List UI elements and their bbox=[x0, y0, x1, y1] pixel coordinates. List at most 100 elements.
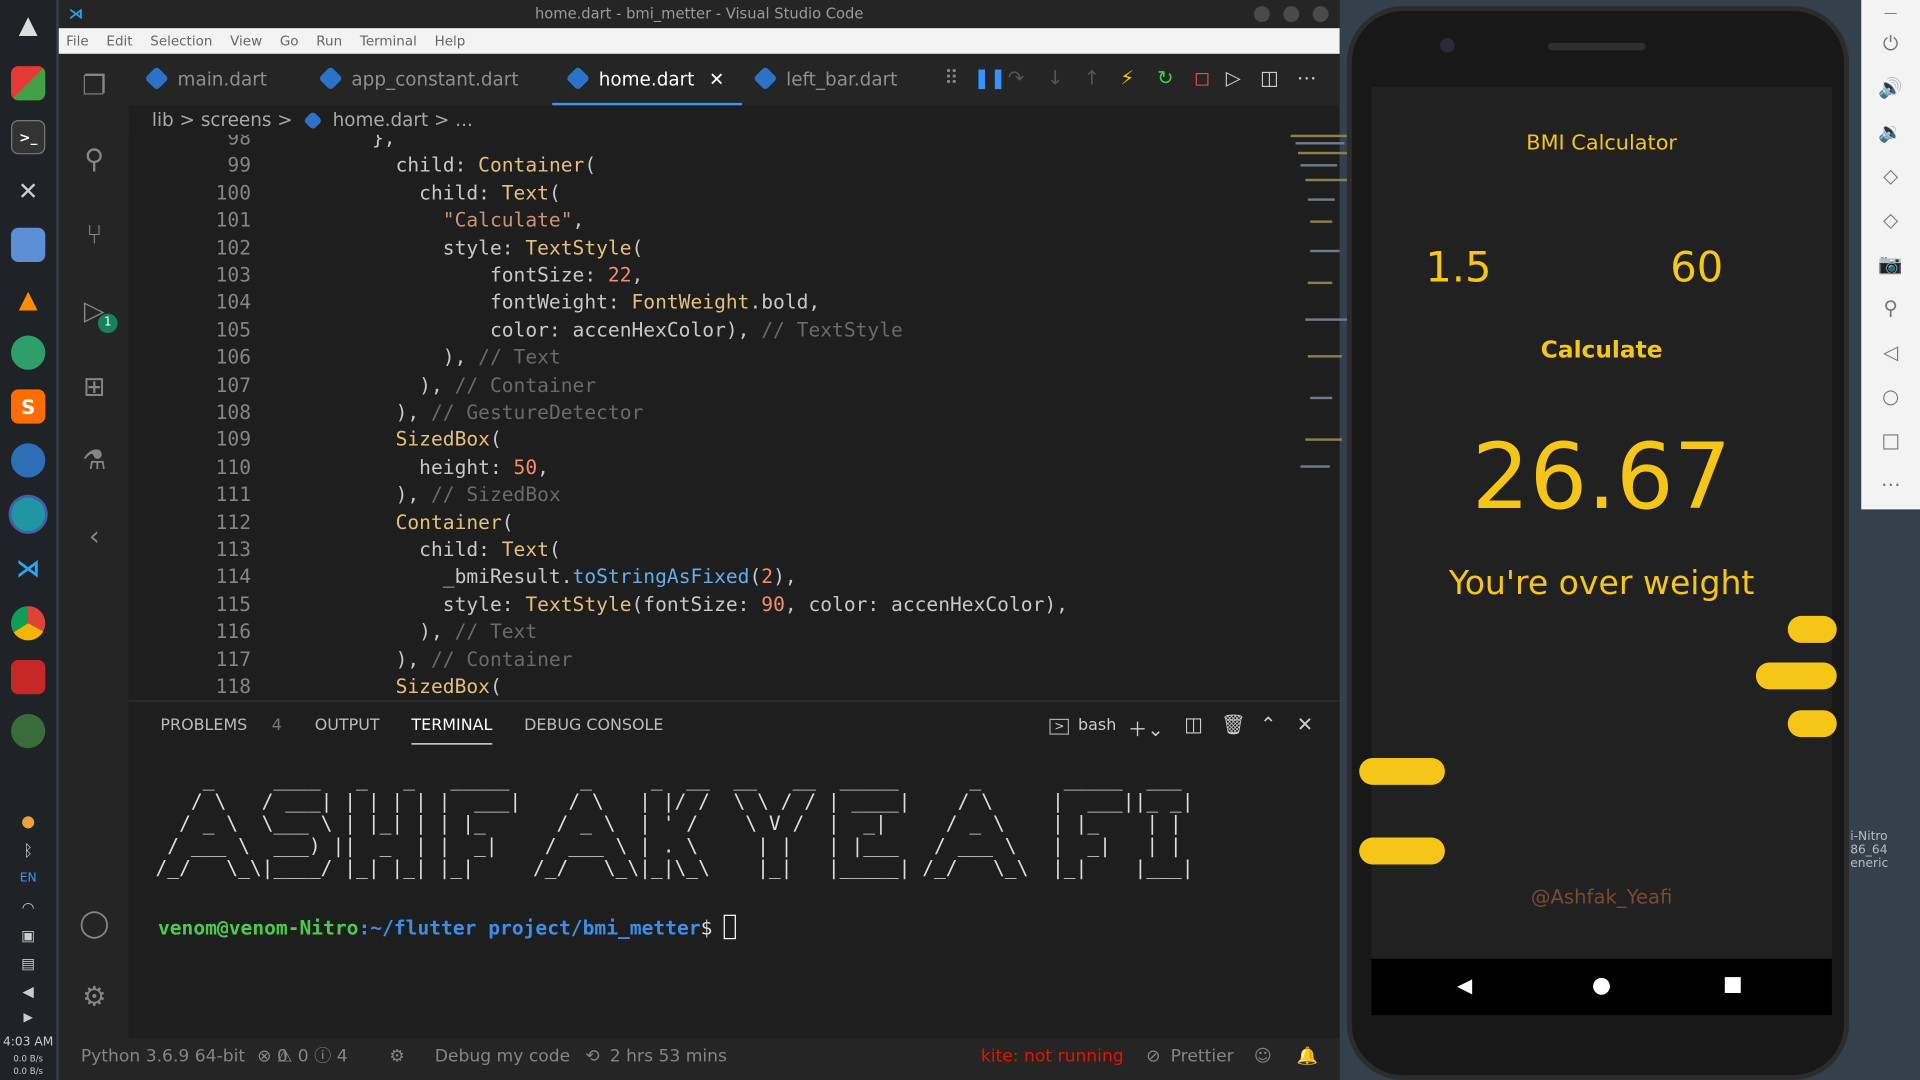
pause-icon[interactable]: ❚❚ bbox=[973, 66, 1006, 90]
app-grid-icon[interactable] bbox=[11, 66, 46, 101]
code-editor[interactable]: 98 }, 99 child: Container(100 child: Text… bbox=[128, 134, 1256, 698]
hot-reload-icon[interactable]: ⚡ bbox=[1120, 66, 1134, 90]
code-line[interactable]: 113 child: Text( bbox=[129, 536, 1256, 563]
breadcrumb-lib[interactable]: lib bbox=[152, 109, 174, 131]
android-studio-icon[interactable] bbox=[8, 494, 48, 534]
code-line[interactable]: 112 Container( bbox=[129, 509, 1256, 536]
step-out-icon[interactable]: ↑ bbox=[1084, 66, 1100, 90]
back-icon[interactable]: ◀ bbox=[1457, 973, 1472, 996]
extensions-icon[interactable]: ⊞ bbox=[76, 370, 113, 407]
vlc-icon[interactable]: ▲ bbox=[11, 282, 45, 316]
terminal-shell-selector[interactable]: > bash bbox=[1049, 716, 1116, 735]
emulator-overview-icon[interactable]: □ bbox=[1861, 429, 1920, 452]
tab-output[interactable]: OUTPUT bbox=[315, 716, 380, 734]
code-line[interactable]: 116 ), // Text bbox=[129, 619, 1256, 646]
volume-icon[interactable]: ◀ bbox=[0, 983, 56, 1000]
vscode-icon[interactable]: ⋊ bbox=[11, 551, 45, 585]
files-icon[interactable] bbox=[11, 227, 46, 263]
code-line[interactable]: 104 fontWeight: FontWeight.bold, bbox=[129, 289, 1256, 316]
emulator-home-icon[interactable]: ○ bbox=[1861, 384, 1920, 407]
app-globe-icon[interactable] bbox=[11, 713, 46, 749]
more-actions-icon[interactable]: ⋯ bbox=[1297, 66, 1317, 90]
terminal-icon[interactable]: >_ bbox=[11, 120, 46, 155]
breadcrumb-symbol[interactable]: ... bbox=[455, 109, 473, 131]
code-line[interactable]: 102 style: TextStyle( bbox=[129, 235, 1256, 262]
menu-edit[interactable]: Edit bbox=[106, 33, 132, 49]
debug-config-icon[interactable]: ⚙ bbox=[389, 1038, 404, 1075]
sublime-icon[interactable]: S bbox=[11, 389, 46, 424]
maximize-button[interactable] bbox=[1283, 6, 1300, 23]
app-blue-icon[interactable] bbox=[11, 443, 46, 478]
code-line[interactable]: 114 _bmiResult.toStringAsFixed(2), bbox=[129, 564, 1256, 591]
code-line[interactable]: 111 ), // SizedBox bbox=[129, 481, 1256, 508]
wifi-icon[interactable]: ◠ bbox=[0, 899, 56, 916]
menu-run[interactable]: Run bbox=[316, 33, 342, 49]
tab-terminal[interactable]: TERMINAL bbox=[411, 716, 493, 745]
run-icon[interactable]: ▷ bbox=[1226, 66, 1241, 90]
menu-view[interactable]: View bbox=[230, 33, 262, 49]
menu-file[interactable]: File bbox=[66, 33, 89, 49]
tab-main-dart[interactable]: main.dart bbox=[144, 54, 267, 105]
tools-icon[interactable]: ✕ bbox=[11, 174, 45, 208]
power-icon[interactable]: ⏻ bbox=[1861, 32, 1920, 56]
step-over-icon[interactable]: ↷ bbox=[1008, 66, 1024, 90]
screen-recorder-icon[interactable] bbox=[11, 660, 46, 695]
feedback-icon[interactable]: ☺ bbox=[1254, 1038, 1272, 1075]
notifications-icon[interactable]: 🔔 bbox=[1297, 1038, 1318, 1075]
debug-config[interactable]: Debug my code bbox=[435, 1038, 570, 1075]
weight-input[interactable]: 60 bbox=[1670, 244, 1723, 293]
emulator-minimize-icon[interactable]: — bbox=[1861, 5, 1920, 21]
problems-summary[interactable]: ⊗ 0 ⚠ 0 ⓘ 4 bbox=[257, 1038, 348, 1075]
tab-left-bar-dart[interactable]: left_bar.dart bbox=[753, 54, 897, 105]
code-line[interactable]: 107 ), // Container bbox=[129, 372, 1256, 399]
terminal-prompt[interactable]: venom@venom-Nitro:~/flutter project/bmi_… bbox=[158, 914, 737, 940]
maximize-panel-icon[interactable]: ⌃ bbox=[1260, 713, 1276, 736]
recents-icon[interactable]: ■ bbox=[1723, 972, 1743, 996]
code-line[interactable]: 106 ), // Text bbox=[129, 344, 1256, 371]
run-debug-icon[interactable]: ▷ 1 bbox=[76, 294, 118, 334]
code-line[interactable]: 101 "Calculate", bbox=[129, 207, 1256, 234]
code-line[interactable]: 108 ), // GestureDetector bbox=[129, 399, 1256, 426]
tab-debug-console[interactable]: DEBUG CONSOLE bbox=[524, 716, 663, 734]
restart-icon[interactable]: ↻ bbox=[1157, 66, 1173, 90]
close-panel-icon[interactable]: ✕ bbox=[1297, 713, 1313, 736]
rotate-left-icon[interactable]: ◇ bbox=[1861, 164, 1920, 187]
chrome-icon[interactable] bbox=[11, 606, 46, 641]
breadcrumb-screens[interactable]: screens bbox=[201, 109, 272, 131]
code-line[interactable]: 105 color: accenHexColor), // TextStyle bbox=[129, 317, 1256, 344]
volume-up-icon[interactable]: 🔊 bbox=[1861, 76, 1920, 99]
chrome-tray-icon[interactable]: ● bbox=[0, 813, 56, 831]
step-into-icon[interactable]: ↓ bbox=[1047, 66, 1063, 90]
code-line[interactable]: 109 SizedBox( bbox=[129, 427, 1256, 454]
bluetooth-icon[interactable]: ᛒ bbox=[0, 842, 56, 860]
clock[interactable]: 4:03 AM bbox=[0, 1036, 56, 1049]
volume-down-icon[interactable]: 🔉 bbox=[1861, 120, 1920, 143]
code-line[interactable]: 99 child: Container( bbox=[129, 152, 1256, 179]
split-terminal-icon[interactable]: ◫ bbox=[1184, 713, 1203, 736]
split-editor-icon[interactable]: ◫ bbox=[1260, 66, 1279, 90]
language-indicator[interactable]: EN bbox=[0, 872, 56, 885]
menu-selection[interactable]: Selection bbox=[150, 33, 212, 49]
lock-icon[interactable]: ▣ bbox=[0, 927, 56, 944]
height-input[interactable]: 1.5 bbox=[1425, 244, 1491, 293]
flutter-icon[interactable]: ‹ bbox=[76, 519, 113, 556]
code-line[interactable]: 100 child: Text( bbox=[129, 180, 1256, 207]
clipboard-icon[interactable]: ▤ bbox=[0, 955, 56, 972]
tab-home-dart[interactable]: home.dart ✕ bbox=[552, 54, 742, 106]
code-line[interactable]: 98 }, bbox=[129, 135, 1256, 153]
drag-handle-icon[interactable]: ⠿ bbox=[944, 66, 958, 90]
expand-tray-icon[interactable]: ▶ bbox=[0, 1011, 56, 1024]
code-line[interactable]: 118 SizedBox( bbox=[129, 673, 1256, 698]
zoom-icon[interactable]: ⚲ bbox=[1861, 296, 1920, 319]
calculate-button[interactable]: Calculate bbox=[1371, 337, 1831, 364]
launcher-icon[interactable]: ▲ bbox=[11, 7, 45, 41]
breadcrumb-file[interactable]: home.dart bbox=[333, 109, 429, 131]
screenshot-icon[interactable]: 📷 bbox=[1861, 252, 1920, 275]
menu-help[interactable]: Help bbox=[435, 33, 466, 49]
source-control-icon[interactable]: ⑂ bbox=[76, 218, 113, 255]
tab-problems[interactable]: PROBLEMS 4 bbox=[160, 716, 282, 734]
explorer-icon[interactable]: ❐ bbox=[76, 69, 113, 106]
new-terminal-icon[interactable]: ＋⌄ bbox=[1128, 713, 1164, 742]
code-line[interactable]: 110 height: 50, bbox=[129, 454, 1256, 481]
prettier-status[interactable]: Prettier bbox=[1171, 1038, 1234, 1075]
